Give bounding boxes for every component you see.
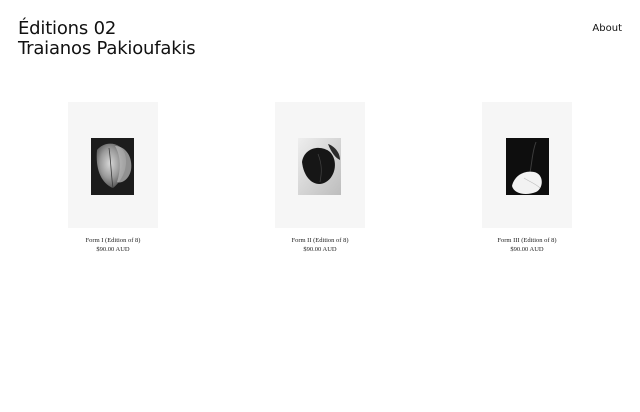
site-title-line-1: Éditions 02 <box>18 18 117 39</box>
product-caption: Form III (Edition of 8) $90.00 AUD <box>462 236 592 254</box>
product-image-frame[interactable] <box>482 102 572 228</box>
product-card-form-ii[interactable]: Form II (Edition of 8) $90.00 AUD <box>275 102 365 254</box>
product-card-form-i[interactable]: Form I (Edition of 8) $90.00 AUD <box>68 102 158 254</box>
product-image-frame[interactable] <box>68 102 158 228</box>
product-price: $90.00 AUD <box>96 246 130 253</box>
product-photo-form-ii <box>298 138 341 195</box>
product-image-frame[interactable] <box>275 102 365 228</box>
product-price: $90.00 AUD <box>510 246 544 253</box>
product-photo-form-i <box>91 138 134 195</box>
product-price: $90.00 AUD <box>303 246 337 253</box>
product-name[interactable]: Form II (Edition of 8) <box>255 236 385 245</box>
product-name[interactable]: Form I (Edition of 8) <box>48 236 178 245</box>
product-name[interactable]: Form III (Edition of 8) <box>462 236 592 245</box>
product-caption: Form I (Edition of 8) $90.00 AUD <box>48 236 178 254</box>
about-link[interactable]: About <box>592 23 622 34</box>
product-photo-form-iii <box>506 138 549 195</box>
product-card-form-iii[interactable]: Form III (Edition of 8) $90.00 AUD <box>482 102 572 254</box>
product-caption: Form II (Edition of 8) $90.00 AUD <box>255 236 385 254</box>
site-title-link[interactable]: Éditions 02 Traianos Pakioufakis <box>18 18 196 59</box>
site-title-line-2: Traianos Pakioufakis <box>18 38 196 59</box>
